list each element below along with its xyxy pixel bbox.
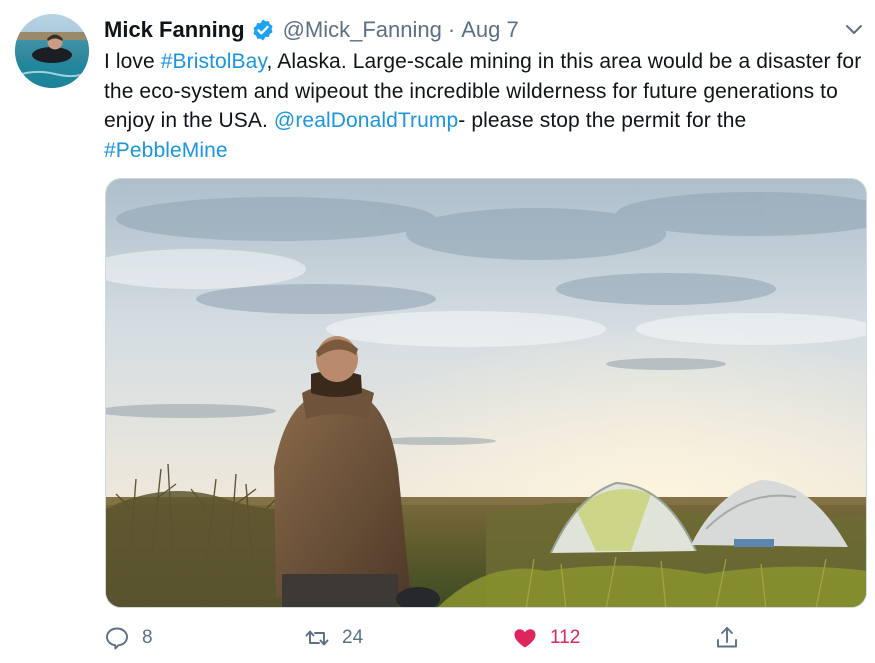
share-button[interactable] bbox=[714, 620, 740, 656]
like-count: 112 bbox=[550, 627, 581, 648]
like-icon bbox=[514, 629, 536, 648]
reply-count: 8 bbox=[142, 627, 153, 648]
chevron-down-icon[interactable] bbox=[843, 18, 865, 40]
retweet-icon bbox=[305, 630, 329, 646]
tweet-header: Mick Fanning @Mick_Fanning · Aug 7 bbox=[104, 14, 519, 46]
text-segment: I love bbox=[104, 50, 161, 73]
text-segment: - please stop the permit for the bbox=[458, 109, 747, 132]
retweet-count: 24 bbox=[342, 627, 364, 648]
tweet-card[interactable]: Mick Fanning @Mick_Fanning · Aug 7 I lov… bbox=[0, 0, 875, 663]
like-button[interactable]: 112 bbox=[512, 620, 580, 656]
tweet-photo[interactable] bbox=[105, 178, 867, 608]
separator-dot: · bbox=[447, 17, 456, 42]
reply-icon bbox=[106, 627, 128, 650]
tweet-text: I love #BristolBay, Alaska. Large-scale … bbox=[104, 47, 864, 165]
author-handle[interactable]: @Mick_Fanning bbox=[283, 17, 442, 43]
display-name[interactable]: Mick Fanning bbox=[104, 17, 245, 43]
retweet-button[interactable]: 24 bbox=[304, 620, 363, 656]
tweet-actions: 8 24 112 bbox=[104, 620, 864, 656]
tweet-timestamp[interactable]: Aug 7 bbox=[461, 17, 519, 43]
verified-badge-icon bbox=[251, 18, 275, 42]
mention-link[interactable]: @realDonaldTrump bbox=[274, 109, 458, 132]
avatar[interactable] bbox=[15, 14, 89, 88]
hashtag-link-pebblemine[interactable]: #PebbleMine bbox=[104, 139, 228, 162]
photo-man-standing-by-tents-icon bbox=[106, 179, 866, 607]
share-icon bbox=[717, 627, 737, 648]
hashtag-link-bristolbay[interactable]: #BristolBay bbox=[161, 50, 267, 73]
reply-button[interactable]: 8 bbox=[104, 620, 153, 656]
